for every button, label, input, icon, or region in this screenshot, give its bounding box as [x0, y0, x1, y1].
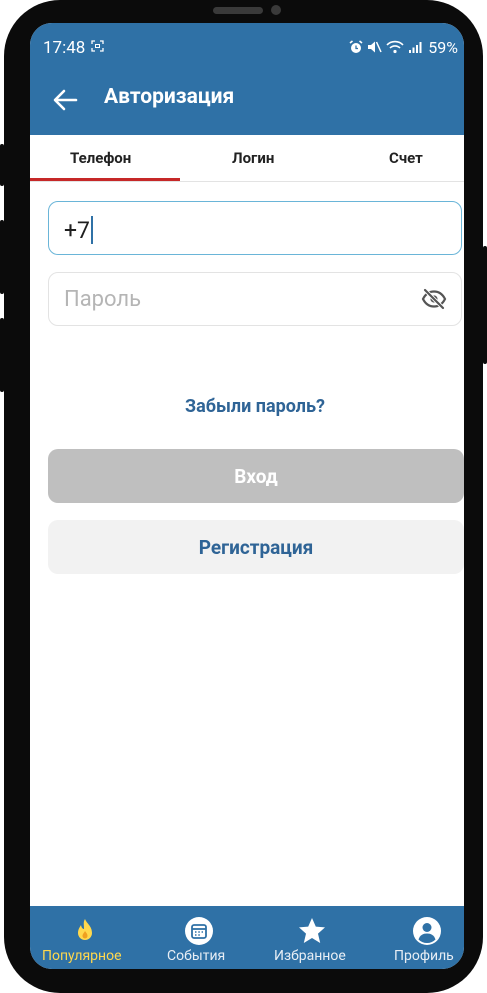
screenshot-icon	[91, 40, 104, 52]
alarm-icon	[349, 40, 363, 53]
nav-favorites-label: Избранное	[274, 948, 346, 964]
nav-events[interactable]: События	[160, 906, 240, 969]
auth-tabs: Телефон Логин Счет	[30, 135, 464, 182]
password-placeholder: Пароль	[64, 287, 142, 312]
hide-password-icon[interactable]	[421, 288, 447, 310]
nav-popular[interactable]: Популярное	[40, 906, 140, 969]
status-icons: 59%	[349, 37, 458, 57]
phone-input[interactable]: +7	[48, 201, 462, 255]
tab-account[interactable]: Счет	[389, 149, 423, 167]
nav-events-label: События	[167, 948, 226, 964]
earpiece-speaker	[213, 7, 263, 14]
nav-profile[interactable]: Профиль	[386, 906, 464, 969]
calendar-icon	[185, 917, 213, 945]
text-cursor	[90, 216, 93, 244]
battery-level: 59%	[428, 37, 458, 57]
active-tab-indicator	[30, 178, 180, 181]
password-input[interactable]: Пароль	[48, 272, 462, 326]
back-arrow-icon[interactable]	[52, 87, 78, 113]
login-button[interactable]: Вход	[48, 449, 464, 503]
phone-input-value: +7	[64, 216, 93, 244]
nav-popular-label: Популярное	[42, 948, 122, 964]
signal-icon	[409, 42, 422, 53]
register-button[interactable]: Регистрация	[48, 520, 464, 574]
front-camera	[271, 5, 281, 15]
side-button	[0, 318, 4, 392]
tab-login[interactable]: Логин	[232, 149, 274, 167]
app-bar: Авторизация	[30, 73, 464, 135]
forgot-password-link[interactable]: Забыли пароль?	[30, 396, 464, 417]
power-button	[483, 246, 487, 364]
star-icon	[299, 918, 325, 943]
wifi-icon	[386, 40, 404, 54]
volume-button	[0, 144, 4, 186]
fire-icon	[78, 919, 92, 940]
bottom-navigation: Популярное События Избранное Профиль	[30, 906, 464, 969]
screen: 17:48 59% Авторизация Телефон Логин Счет…	[30, 23, 464, 969]
mute-icon	[368, 41, 382, 53]
volume-button	[0, 220, 4, 294]
status-time: 17:48	[43, 38, 86, 58]
nav-favorites[interactable]: Избранное	[266, 906, 356, 969]
nav-profile-label: Профиль	[394, 948, 454, 964]
phone-frame: 17:48 59% Авторизация Телефон Логин Счет…	[0, 0, 487, 993]
tab-phone[interactable]: Телефон	[70, 149, 131, 167]
status-bar: 17:48 59%	[30, 23, 464, 73]
page-title: Авторизация	[104, 85, 235, 109]
profile-icon	[413, 917, 441, 945]
